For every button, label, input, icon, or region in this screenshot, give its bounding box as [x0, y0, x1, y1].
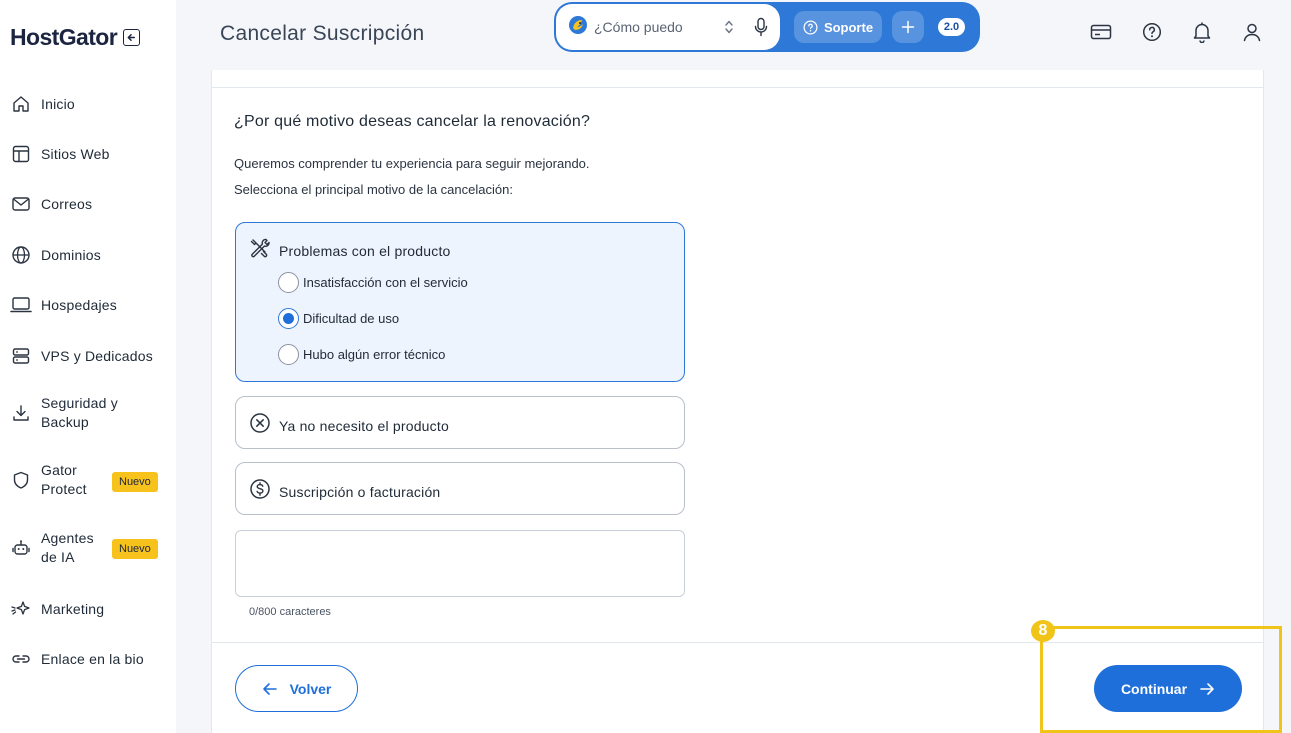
radio-option-label: Hubo algún error técnico	[303, 347, 446, 362]
sidebar-item-label-line1: Agentes	[41, 530, 94, 546]
sidebar-item-dominios[interactable]: Dominios	[10, 244, 170, 266]
home-icon	[10, 93, 32, 115]
reason-group-header: Problemas con el producto	[249, 237, 451, 264]
assistant-bar: ¿Cómo puedo Soporte 2.0	[554, 2, 980, 52]
radio-option[interactable]: Hubo algún error técnico	[278, 344, 445, 365]
sidebar-item-label: Hospedajes	[41, 296, 117, 313]
sidebar: HostGator Inicio Sitios Web Correos Domi…	[0, 0, 176, 733]
character-counter: 0/800 caracteres	[249, 606, 331, 618]
back-button[interactable]: Volver	[235, 665, 358, 712]
sidebar-item-label: Seguridad y Backup	[41, 394, 118, 432]
sidebar-item-agentes-ia[interactable]: Agentes de IA Nuevo	[10, 529, 170, 567]
divider	[212, 642, 1263, 643]
help-icon[interactable]	[1140, 20, 1164, 44]
dollar-circle-icon	[249, 478, 271, 505]
link-icon	[10, 648, 32, 670]
assistant-placeholder: ¿Cómo puedo	[594, 19, 683, 35]
reason-group-label: Problemas con el producto	[279, 242, 451, 259]
sidebar-item-label-line2: Backup	[41, 414, 89, 430]
sidebar-item-inicio[interactable]: Inicio	[10, 93, 170, 115]
sidebar-item-correos[interactable]: Correos	[10, 193, 170, 215]
sidebar-item-label: Marketing	[41, 600, 105, 617]
sidebar-item-seguridad-backup[interactable]: Seguridad y Backup	[10, 394, 170, 432]
divider	[212, 87, 1263, 88]
question-title: ¿Por qué motivo deseas cancelar la renov…	[234, 113, 591, 130]
new-badge: Nuevo	[112, 472, 158, 492]
microphone-icon[interactable]	[754, 17, 768, 42]
reason-group-product-problems[interactable]: Problemas con el producto Insatisfacción…	[235, 222, 685, 382]
reason-group-label: Suscripción o facturación	[279, 483, 441, 500]
globe-icon	[10, 244, 32, 266]
radio-option-label: Dificultad de uso	[303, 311, 400, 326]
support-label: Soporte	[823, 19, 874, 35]
radio-button[interactable]	[278, 272, 299, 293]
sidebar-item-label: Inicio	[41, 95, 75, 112]
back-button-label: Volver	[289, 680, 332, 697]
reason-group-header: Suscripción o facturación	[249, 478, 440, 505]
layout-icon	[10, 143, 32, 165]
sidebar-item-marketing[interactable]: Marketing	[10, 598, 170, 620]
sidebar-item-label-line1: Seguridad y	[41, 395, 118, 411]
sidebar-item-label: Agentes de IA	[41, 529, 94, 567]
sidebar-item-label: VPS y Dedicados	[41, 347, 153, 364]
billing-card-icon[interactable]	[1089, 20, 1113, 44]
download-icon	[10, 402, 32, 424]
server-icon	[10, 345, 32, 367]
step-number-badge: 8	[1031, 620, 1055, 642]
sidebar-item-label: Correos	[41, 195, 93, 212]
question-instruction: Selecciona el principal motivo de la can…	[234, 182, 513, 197]
sidebar-item-label-line2: de IA	[41, 549, 75, 565]
reason-group-header: Ya no necesito el producto	[249, 412, 449, 439]
sidebar-item-label: Dominios	[41, 246, 101, 263]
sidebar-item-label: Sitios Web	[41, 145, 110, 162]
shield-icon	[10, 469, 32, 491]
cancel-form-card: ¿Por qué motivo deseas cancelar la renov…	[211, 70, 1264, 733]
comment-textarea[interactable]	[235, 530, 685, 597]
reason-group-no-longer-needed[interactable]: Ya no necesito el producto	[235, 396, 685, 449]
assistant-search-input[interactable]: ¿Cómo puedo	[556, 4, 780, 50]
bell-icon[interactable]	[1190, 20, 1214, 44]
sparkle-icon	[10, 598, 32, 620]
radio-option[interactable]: Insatisfacción con el servicio	[278, 272, 468, 293]
sidebar-item-label: Gator Protect	[41, 461, 87, 499]
radio-option-label: Insatisfacción con el servicio	[303, 275, 468, 290]
support-button[interactable]: Soporte	[794, 11, 882, 43]
question-description: Queremos comprender tu experiencia para …	[234, 156, 590, 171]
sidebar-item-hospedajes[interactable]: Hospedajes	[10, 294, 170, 316]
logo-row: HostGator	[10, 24, 141, 51]
laptop-icon	[10, 294, 32, 316]
new-badge: Nuevo	[112, 539, 158, 559]
radio-option[interactable]: Dificultad de uso	[278, 308, 399, 329]
arrow-left-icon	[262, 682, 277, 695]
continue-button-label: Continuar	[1120, 680, 1188, 697]
reason-group-billing[interactable]: Suscripción o facturación	[235, 462, 685, 515]
sidebar-item-label: Enlace en la bio	[41, 650, 144, 667]
continue-button[interactable]: Continuar	[1094, 665, 1242, 712]
x-circle-icon	[249, 412, 271, 439]
sidebar-item-sitios-web[interactable]: Sitios Web	[10, 143, 170, 165]
arrow-left-icon	[127, 34, 136, 41]
sidebar-item-label-line1: Gator	[41, 462, 78, 478]
radio-button-checked[interactable]	[278, 308, 299, 329]
sidebar-item-label-line2: Protect	[41, 481, 87, 497]
sidebar-item-vps[interactable]: VPS y Dedicados	[10, 345, 170, 367]
help-circle-icon	[803, 20, 818, 34]
version-badge: 2.0	[938, 18, 965, 36]
user-icon[interactable]	[1240, 20, 1264, 44]
plus-icon	[901, 20, 915, 34]
sidebar-item-enlace-bio[interactable]: Enlace en la bio	[10, 648, 170, 670]
robot-icon	[10, 537, 32, 559]
radio-button[interactable]	[278, 344, 299, 365]
reason-group-label: Ya no necesito el producto	[279, 417, 449, 434]
page-title: Cancelar Suscripción	[220, 22, 425, 45]
expand-arrows-icon[interactable]	[724, 19, 734, 40]
mail-icon	[10, 193, 32, 215]
new-chat-button[interactable]	[892, 11, 924, 43]
sidebar-item-gator-protect[interactable]: Gator Protect Nuevo	[10, 461, 170, 499]
assistant-avatar-icon	[568, 15, 588, 40]
arrow-right-icon	[1200, 682, 1214, 695]
tools-icon	[249, 237, 271, 264]
collapse-sidebar-button[interactable]	[123, 29, 141, 46]
hostgator-logo[interactable]: HostGator	[10, 24, 118, 51]
